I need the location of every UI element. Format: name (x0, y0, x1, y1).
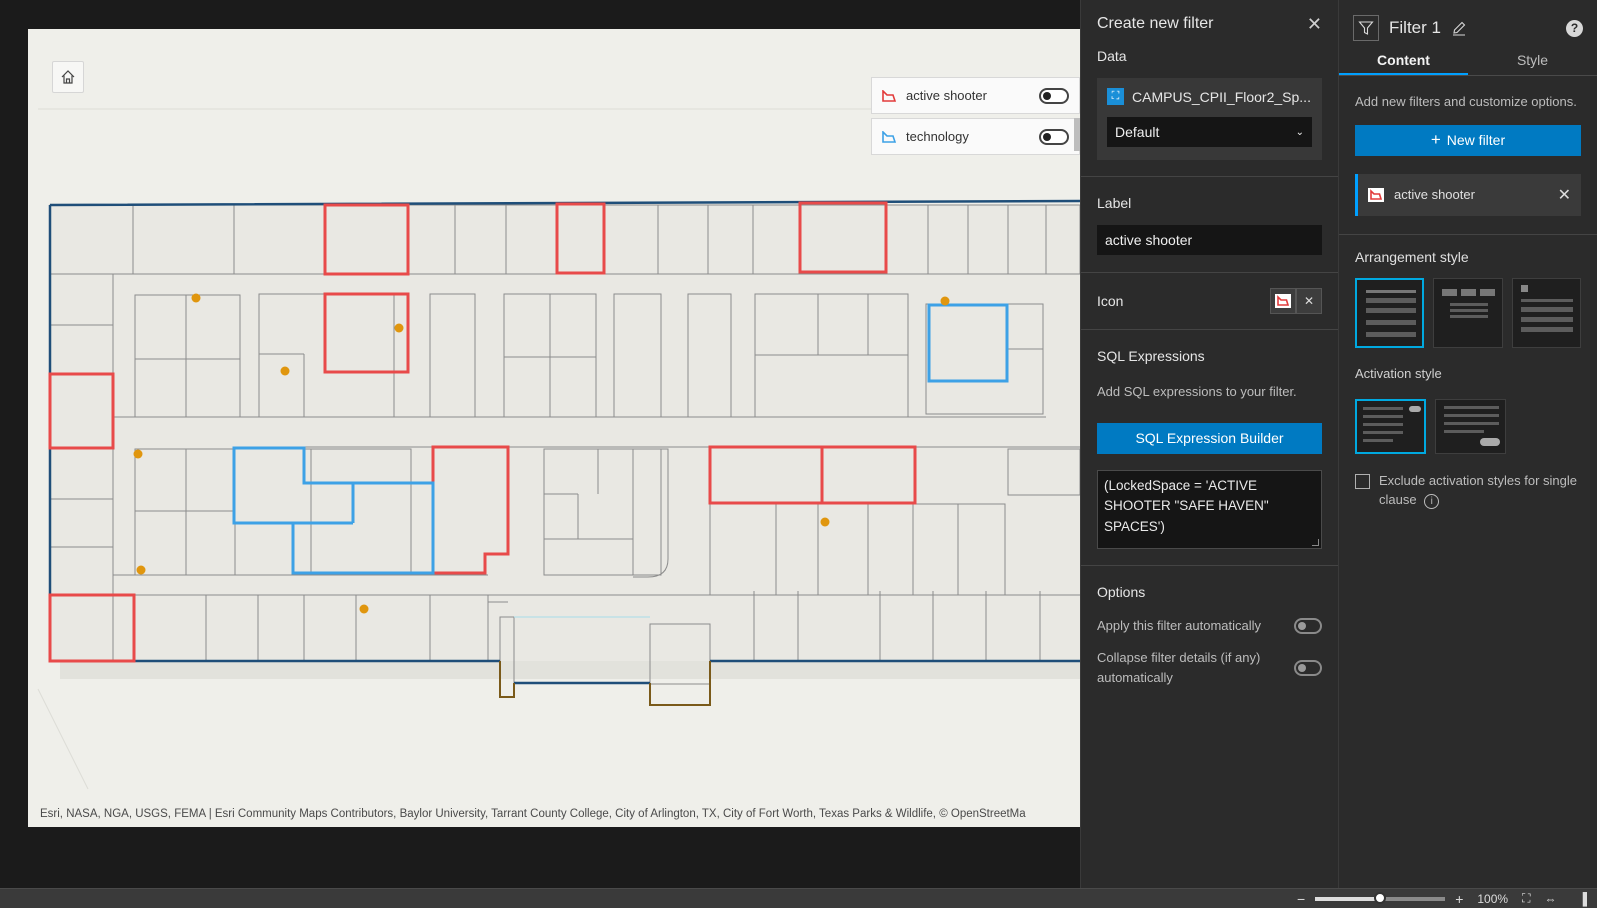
activation-options (1339, 398, 1597, 454)
arrangement-option-bar[interactable] (1433, 277, 1503, 348)
activation-title: Activation style (1355, 365, 1442, 381)
legend-label: technology (906, 129, 969, 144)
chevron-down-icon: ⌄ (1295, 126, 1304, 138)
legend-label: active shooter (906, 88, 987, 103)
legend-toggle[interactable] (1039, 87, 1069, 104)
fit-width-icon[interactable]: ⇔ (1544, 892, 1556, 906)
tab-style[interactable]: Style (1468, 50, 1597, 75)
icon-section-title: Icon (1097, 293, 1124, 309)
area-symbol-icon (1275, 294, 1291, 308)
widget-title: Filter 1 (1389, 18, 1441, 37)
apply-auto-toggle[interactable] (1294, 617, 1322, 634)
divider (1081, 176, 1338, 177)
icon-picker: ✕ (1270, 288, 1322, 314)
view-select-value: Default (1115, 124, 1160, 140)
funnel-icon (1358, 21, 1374, 35)
selected-icon[interactable] (1270, 288, 1296, 314)
home-icon (61, 70, 75, 84)
option-collapse-details: Collapse filter details (if any) automat… (1081, 648, 1338, 688)
options-section-title: Options (1097, 583, 1146, 600)
toggle-panel-icon[interactable]: ▐ (1578, 892, 1587, 906)
arrangement-option-popover[interactable] (1511, 277, 1581, 348)
view-select[interactable]: Default ⌄ (1107, 117, 1312, 147)
sql-expression-textarea[interactable]: (LockedSpace = 'ACTIVE SHOOTER "SAFE HAV… (1097, 469, 1322, 549)
icon-row: Icon ✕ (1081, 273, 1338, 329)
arrangement-options (1339, 277, 1597, 348)
data-source-box: ⛶ CAMPUS_CPII_Floor2_Sp... Default ⌄ (1097, 78, 1322, 160)
zoom-slider-fill (1315, 896, 1381, 901)
panel-description: Add new filters and customize options. (1355, 94, 1577, 109)
exclude-activation-option: Exclude activation styles for single cla… (1339, 471, 1597, 510)
fit-screen-icon[interactable]: ⛶ (1522, 891, 1530, 906)
legend-item-active-shooter[interactable]: active shooter (871, 77, 1080, 114)
map-canvas[interactable]: active shooter technology Esri, NASA, NG… (28, 29, 1080, 827)
close-icon[interactable]: ✕ (1307, 14, 1322, 35)
layer-row[interactable]: ⛶ CAMPUS_CPII_Floor2_Sp... (1107, 88, 1312, 105)
divider (1339, 233, 1597, 235)
arrangement-title: Arrangement style (1355, 248, 1469, 265)
zoom-level: 100% (1477, 891, 1509, 906)
activation-option-button[interactable] (1435, 398, 1506, 454)
tab-content[interactable]: Content (1339, 50, 1468, 75)
collapse-toggle[interactable] (1294, 659, 1322, 676)
option-apply-automatically: Apply this filter automatically (1081, 616, 1338, 636)
filter-settings-panel: Filter 1 ? Content Style Add new filters… (1338, 0, 1597, 888)
divider (1081, 329, 1338, 330)
arrangement-option-list[interactable] (1355, 277, 1425, 348)
label-section-title: Label (1097, 195, 1132, 211)
activation-option-toggle[interactable] (1355, 398, 1426, 454)
option-label: Collapse filter details (if any) automat… (1097, 649, 1261, 685)
zoom-out-icon[interactable]: − (1297, 891, 1305, 907)
exclude-activation-checkbox[interactable] (1355, 473, 1370, 489)
clear-icon-button[interactable]: ✕ (1296, 288, 1322, 314)
sql-expression-builder-button[interactable]: SQL Expression Builder (1097, 422, 1322, 454)
zoom-slider[interactable] (1315, 891, 1446, 904)
close-icon[interactable]: ✕ (1558, 185, 1571, 205)
info-icon[interactable]: i (1424, 494, 1440, 509)
edit-pencil-icon[interactable] (1451, 20, 1467, 36)
legend-item-technology[interactable]: technology (871, 118, 1080, 155)
panel-tabs: Content Style (1339, 50, 1597, 76)
filter-item-label: active shooter (1394, 187, 1475, 202)
zoom-in-icon[interactable]: + (1455, 891, 1463, 907)
area-symbol-icon (882, 130, 896, 143)
sql-hint: Add SQL expressions to your filter. (1097, 384, 1297, 399)
divider (1081, 564, 1338, 566)
zoom-slider-knob[interactable] (1374, 891, 1387, 904)
area-symbol-icon (882, 89, 896, 102)
filter-icon-box (1353, 15, 1379, 41)
data-section-title: Data (1097, 48, 1127, 64)
filter-list-item[interactable]: active shooter ✕ (1355, 173, 1581, 216)
exclude-activation-label: Exclude activation styles for single cla… (1379, 472, 1577, 508)
status-bar: − + 100% ⛶ ⇔ ▐ (0, 888, 1597, 908)
new-filter-label: New filter (1446, 132, 1506, 148)
layer-name: CAMPUS_CPII_Floor2_Sp... (1132, 88, 1311, 105)
panel-title: Create new filter (1097, 15, 1214, 32)
map-attribution: Esri, NASA, NGA, USGS, FEMA | Esri Commu… (36, 807, 1030, 821)
sql-section-title: SQL Expressions (1097, 348, 1205, 364)
layer-legend: active shooter technology (871, 77, 1080, 159)
new-filter-button[interactable]: + New filter (1355, 124, 1581, 156)
exclude-activation-text: Exclude activation styles for single cla… (1379, 471, 1581, 510)
legend-toggle[interactable] (1039, 128, 1069, 145)
help-icon[interactable]: ? (1566, 19, 1583, 37)
area-symbol-icon (1368, 187, 1384, 202)
layer-icon: ⛶ (1107, 88, 1124, 105)
home-button[interactable] (52, 61, 84, 93)
label-input[interactable]: active shooter (1097, 225, 1322, 255)
plus-icon: + (1430, 130, 1441, 149)
create-filter-panel: Create new filter ✕ Data ⛶ CAMPUS_CPII_F… (1080, 0, 1338, 888)
option-label: Apply this filter automatically (1097, 617, 1262, 633)
close-icon: ✕ (1303, 294, 1315, 308)
